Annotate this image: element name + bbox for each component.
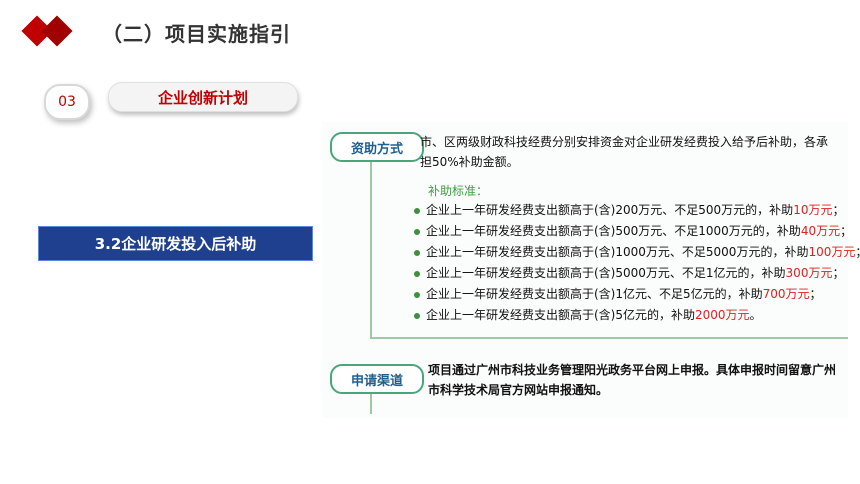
list-item: 企业上一年研发经费支出额高于(含)1000万元、不足5000万元的，补助100万…: [414, 242, 860, 263]
list-item: 企业上一年研发经费支出额高于(含)200万元、不足500万元的，补助10万元；: [414, 200, 860, 221]
bullet-dot-icon: [414, 249, 420, 256]
amount: 300万元: [785, 266, 833, 280]
application-channel-label: 申请渠道: [330, 364, 424, 394]
support-description: 市、区两级财政科技经费分别安排资金对企业研发经费投入给予后补助，各承担50%补助…: [420, 135, 829, 169]
list-item: 企业上一年研发经费支出额高于(含)500万元、不足1000万元的，补助40万元；: [414, 221, 860, 242]
bullet-dot-icon: [414, 207, 420, 214]
channel-description: 项目通过广州市科技业务管理阳光政务平台网上申报。具体申报时间留意广州市科学技术局…: [428, 363, 837, 397]
divider-line: [370, 337, 848, 339]
step-number-tag: 03: [44, 84, 90, 120]
amount: 100万元: [808, 245, 856, 259]
amount: 10万元: [793, 203, 833, 217]
bullet-dot-icon: [414, 312, 420, 319]
standard-list: 企业上一年研发经费支出额高于(含)200万元、不足500万元的，补助10万元； …: [414, 200, 860, 326]
standard-title: 补助标准：: [428, 184, 489, 198]
step-title-pill: 企业创新计划: [108, 82, 298, 112]
amount: 40万元: [800, 224, 841, 238]
amount: 700万元: [762, 287, 810, 301]
amount: 2000万元: [695, 308, 750, 322]
bullet-dot-icon: [414, 228, 420, 235]
bullet-dot-icon: [414, 270, 420, 277]
list-item: 企业上一年研发经费支出额高于(含)1亿元、不足5亿元的，补助700万元；: [414, 284, 860, 305]
support-method-label: 资助方式: [330, 132, 424, 162]
page-title: （二）项目实施指引: [102, 22, 291, 46]
section-badge: 3.2企业研发投入后补助: [38, 226, 313, 261]
connector-line: [370, 162, 372, 338]
list-item: 企业上一年研发经费支出额高于(含)5亿元的，补助2000万元。: [414, 305, 860, 326]
bullet-dot-icon: [414, 291, 420, 298]
diamond-logo-icon: [21, 14, 80, 48]
list-item: 企业上一年研发经费支出额高于(含)5000万元、不足1亿元的，补助300万元；: [414, 263, 860, 284]
